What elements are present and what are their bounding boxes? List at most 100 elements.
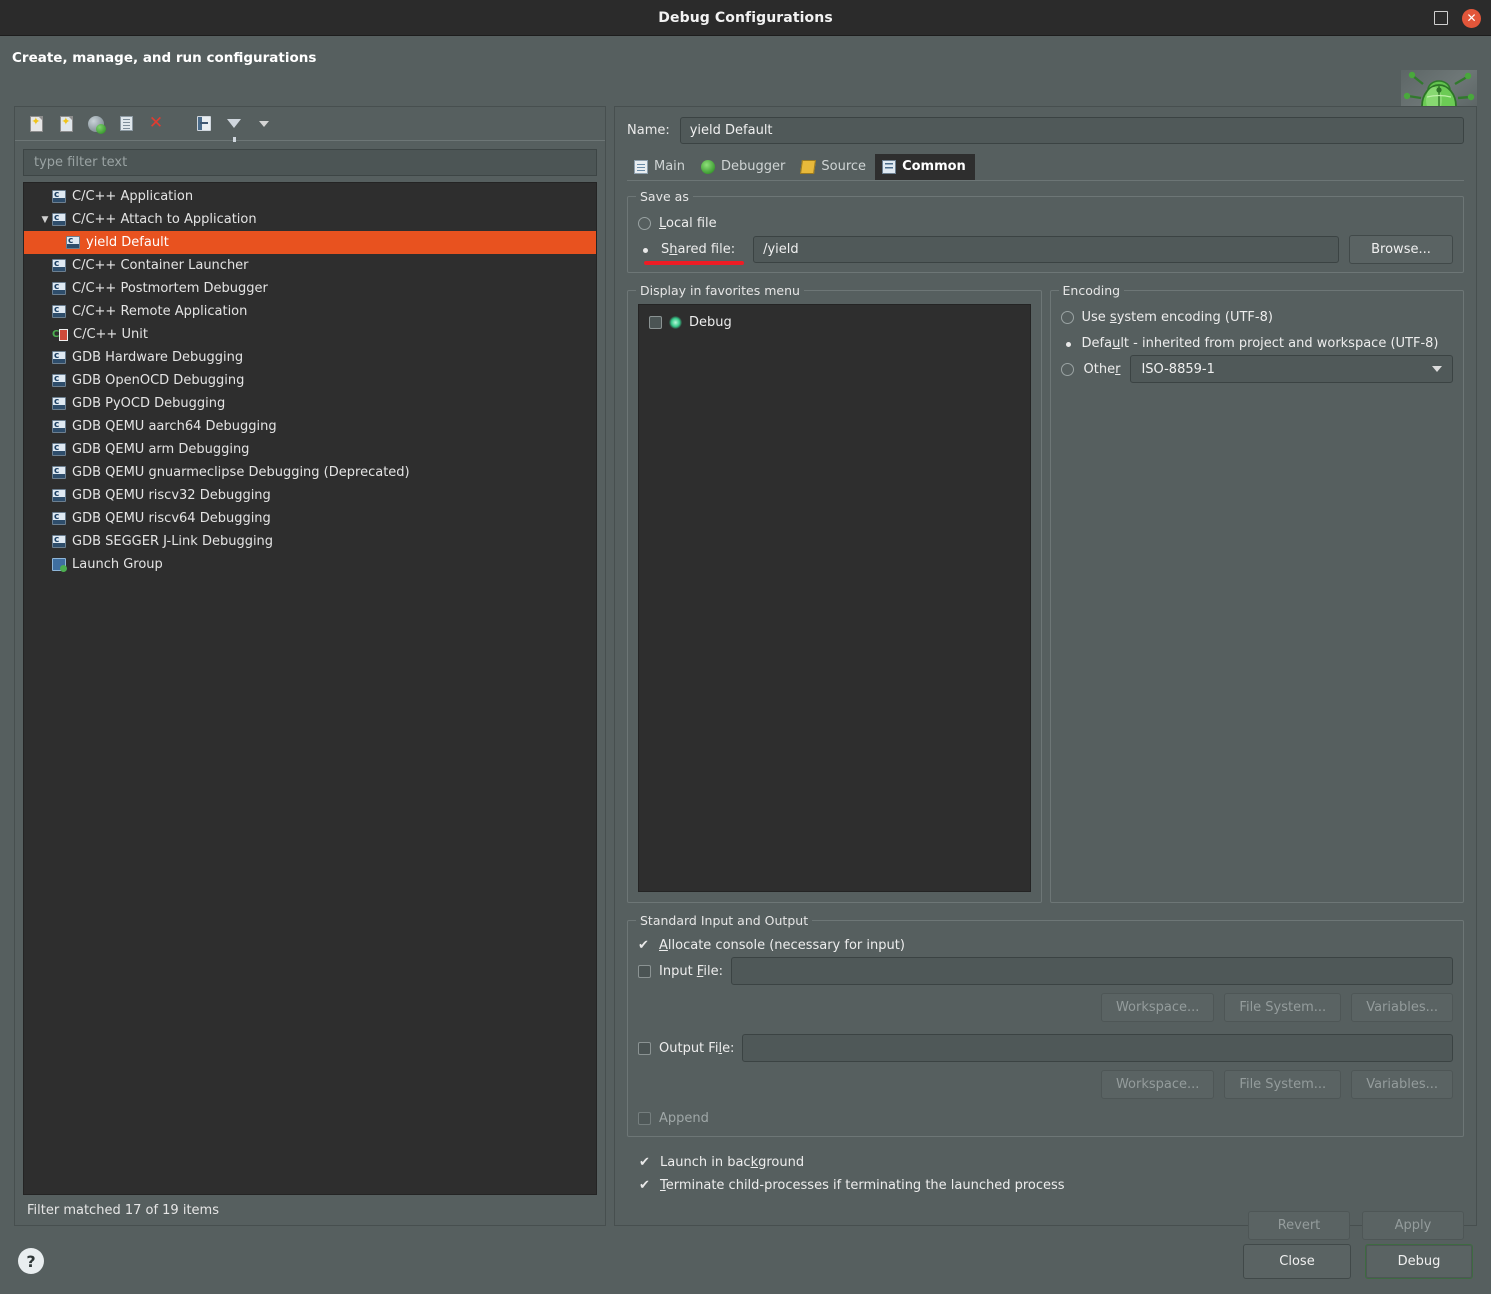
append-checkbox[interactable]: [638, 1112, 651, 1125]
filter-input[interactable]: type filter text: [23, 149, 597, 176]
c-launch-icon: [52, 281, 66, 295]
new-document-icon[interactable]: ✦: [25, 113, 47, 135]
tree-item[interactable]: GDB SEGGER J-Link Debugging: [24, 530, 596, 553]
browse-button[interactable]: Browse...: [1349, 234, 1453, 264]
c-launch-icon: [52, 511, 66, 525]
chevron-down-icon[interactable]: [253, 113, 275, 135]
tree-item[interactable]: ▼ C/C++ Attach to Application: [24, 208, 596, 231]
tree-item[interactable]: C/C++ Application: [24, 185, 596, 208]
tab-source-label: Source: [821, 159, 867, 174]
encoding-default-label: Default - inherited from project and wor…: [1081, 335, 1439, 351]
input-filesystem-button[interactable]: File System...: [1224, 993, 1342, 1022]
document-icon: [634, 159, 648, 174]
collapse-all-icon[interactable]: [193, 113, 215, 135]
output-workspace-button[interactable]: Workspace...: [1100, 1070, 1215, 1099]
c-launch-icon: [52, 350, 66, 364]
maximize-icon[interactable]: [1434, 11, 1448, 25]
tab-common[interactable]: Common: [875, 154, 975, 180]
encoding-default-row[interactable]: Default - inherited from project and wor…: [1061, 330, 1454, 356]
tree-item[interactable]: C/C++ Container Launcher: [24, 254, 596, 277]
std-io-legend: Standard Input and Output: [640, 913, 809, 928]
annotation-underline: [644, 260, 745, 265]
append-row[interactable]: Append: [638, 1111, 1453, 1126]
revert-button[interactable]: Revert: [1248, 1211, 1350, 1240]
tree-item-label: GDB QEMU arm Debugging: [72, 442, 250, 457]
window-titlebar: Debug Configurations ✕: [0, 0, 1491, 36]
output-file-input[interactable]: [742, 1034, 1453, 1062]
window-controls: ✕: [1434, 0, 1481, 36]
shared-file-input[interactable]: /yield: [753, 235, 1339, 263]
tree-item[interactable]: yield Default: [24, 231, 596, 254]
shared-file-label: Shared file:: [661, 241, 736, 257]
allocate-console-row[interactable]: ✔ Allocate console (necessary for input): [638, 938, 1453, 953]
shared-file-radio[interactable]: [638, 243, 651, 256]
help-question-icon[interactable]: ?: [18, 1248, 44, 1274]
tree-item[interactable]: C C/C++ Unit: [24, 323, 596, 346]
tree-item[interactable]: GDB Hardware Debugging: [24, 346, 596, 369]
tree-item[interactable]: Launch Group: [24, 553, 596, 576]
chevron-down-icon[interactable]: ▼: [38, 215, 52, 225]
terminate-children-row[interactable]: ✔ Terminate child-processes if terminati…: [639, 1174, 1454, 1197]
tree-item[interactable]: GDB PyOCD Debugging: [24, 392, 596, 415]
red-x-delete-icon[interactable]: ✕: [145, 113, 167, 135]
tab-main[interactable]: Main: [627, 154, 694, 180]
terminate-children-checkbox[interactable]: ✔: [639, 1179, 652, 1192]
name-input[interactable]: yield Default: [679, 117, 1464, 144]
input-file-input[interactable]: [730, 957, 1453, 985]
output-filesystem-button[interactable]: File System...: [1224, 1070, 1342, 1099]
tree-item-label: GDB OpenOCD Debugging: [72, 373, 245, 388]
encoding-default-radio[interactable]: [1061, 337, 1074, 350]
tree-item-label: C/C++ Application: [72, 189, 194, 204]
favorites-debug-checkbox[interactable]: [649, 315, 662, 329]
window-title: Debug Configurations: [658, 9, 833, 26]
input-file-checkbox[interactable]: [638, 964, 651, 978]
tree-item[interactable]: GDB QEMU riscv32 Debugging: [24, 484, 596, 507]
tree-item[interactable]: C/C++ Remote Application: [24, 300, 596, 323]
shared-file-row[interactable]: Shared file: /yield Browse...: [638, 234, 1453, 264]
input-file-row[interactable]: Input File:: [638, 957, 1453, 985]
local-file-radio-row[interactable]: Local file: [638, 210, 1453, 236]
tree-item-label: C/C++ Attach to Application: [72, 212, 257, 227]
encoding-system-radio[interactable]: [1060, 310, 1074, 324]
encoding-other-select[interactable]: ISO-8859-1: [1130, 355, 1453, 383]
tree-item[interactable]: GDB QEMU arm Debugging: [24, 438, 596, 461]
output-file-row[interactable]: Output File:: [638, 1034, 1453, 1062]
launch-background-checkbox[interactable]: ✔: [639, 1156, 652, 1169]
page-title: Create, manage, and run configurations: [12, 50, 317, 66]
tree-item[interactable]: GDB QEMU aarch64 Debugging: [24, 415, 596, 438]
filter-funnel-icon[interactable]: [223, 113, 245, 142]
debug-button[interactable]: Debug: [1365, 1243, 1473, 1279]
tree-item-label: GDB QEMU riscv32 Debugging: [72, 488, 271, 503]
input-file-label: Input File:: [659, 963, 723, 979]
launch-background-row[interactable]: ✔ Launch in background: [639, 1151, 1454, 1174]
tab-debugger[interactable]: Debugger: [694, 154, 794, 180]
encoding-other-row[interactable]: Other ISO-8859-1: [1060, 355, 1453, 383]
input-workspace-button[interactable]: Workspace...: [1100, 993, 1215, 1022]
duplicate-icon[interactable]: [115, 113, 137, 135]
allocate-console-checkbox[interactable]: ✔: [638, 939, 651, 952]
globe-export-icon[interactable]: [85, 113, 107, 135]
local-file-radio[interactable]: [638, 216, 651, 230]
tree-item[interactable]: GDB OpenOCD Debugging: [24, 369, 596, 392]
tab-source[interactable]: Source: [794, 154, 875, 180]
close-icon[interactable]: ✕: [1462, 8, 1481, 28]
output-variables-button[interactable]: Variables...: [1351, 1070, 1453, 1099]
tree-item[interactable]: GDB QEMU gnuarmeclipse Debugging (Deprec…: [24, 461, 596, 484]
chevron-down-icon[interactable]: [1424, 356, 1450, 382]
output-file-checkbox[interactable]: [638, 1041, 651, 1055]
new-prototype-icon[interactable]: ✦: [55, 113, 77, 135]
encoding-system-row[interactable]: Use system encoding (UTF-8): [1060, 304, 1454, 330]
favorites-list[interactable]: Debug: [638, 304, 1031, 892]
input-variables-button[interactable]: Variables...: [1351, 993, 1453, 1022]
configurations-tree[interactable]: C/C++ Application ▼ C/C++ Attach to Applic…: [23, 182, 597, 1195]
close-button[interactable]: Close: [1243, 1243, 1351, 1279]
encoding-other-radio[interactable]: [1060, 362, 1074, 376]
favorites-encoding-row: Display in favorites menu Debug Encoding…: [627, 283, 1464, 903]
input-file-buttons: Workspace... File System... Variables...: [638, 993, 1453, 1022]
tab-main-label: Main: [654, 159, 686, 174]
save-as-legend: Save as: [640, 189, 689, 204]
tree-item[interactable]: C/C++ Postmortem Debugger: [24, 277, 596, 300]
tree-item[interactable]: GDB QEMU riscv64 Debugging: [24, 507, 596, 530]
list-item[interactable]: Debug: [645, 311, 1024, 333]
apply-button[interactable]: Apply: [1362, 1211, 1464, 1240]
